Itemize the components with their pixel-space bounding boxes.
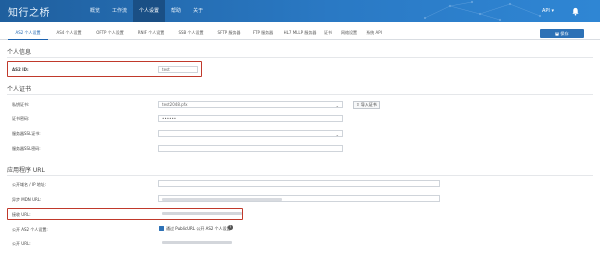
tab-sftp-server[interactable]: SFTP 服务器 bbox=[212, 26, 246, 40]
nav-item-workflow[interactable]: 工作流 bbox=[106, 0, 133, 22]
user-menu[interactable]: API ▾ bbox=[542, 0, 554, 22]
tab-ftp-server[interactable]: FTP 服务器 bbox=[248, 26, 278, 40]
public-settings-label: 公开 AS2 个人设置: bbox=[12, 227, 48, 232]
tab-oftp[interactable]: OFTP 个人设置 bbox=[90, 26, 130, 40]
section-personal-cert: 个人证书 bbox=[7, 86, 32, 93]
main-nav: 概览 工作流 个人设置 帮助 关于 bbox=[84, 0, 209, 22]
redacted-text bbox=[162, 197, 282, 201]
public-url-value-redacted bbox=[162, 241, 232, 244]
public-domain-label: 公开域名 / IP 地址: bbox=[12, 182, 47, 187]
highlight-receive-url bbox=[7, 208, 243, 220]
settings-tabs: AS2 个人设置 AS4 个人设置 OFTP 个人设置 RNIF 个人设置 SS… bbox=[0, 26, 600, 40]
help-icon[interactable]: ? bbox=[228, 225, 233, 230]
private-cert-label: 私钥证书: bbox=[12, 102, 30, 107]
logo-text: 知行之桥 bbox=[8, 7, 50, 19]
upload-icon: ⇧ bbox=[356, 102, 360, 107]
cert-password-label: 证书密码: bbox=[12, 116, 30, 121]
tab-system-api[interactable]: 系统 API bbox=[363, 26, 385, 40]
section-app-url: 应用程序 URL bbox=[7, 167, 45, 174]
ssl-password-field[interactable] bbox=[158, 145, 343, 152]
public-domain-field[interactable] bbox=[158, 180, 440, 187]
tab-ssb[interactable]: SSB 个人设置 bbox=[172, 26, 210, 40]
bell-icon[interactable] bbox=[571, 7, 580, 16]
public-settings-checkbox-label: 通过 PublicURL 公开 AS2 个人设置 bbox=[166, 226, 231, 231]
tab-certificates[interactable]: 证书 bbox=[322, 26, 334, 40]
save-button-label: 保存 bbox=[560, 31, 569, 36]
section-personal-info: 个人信息 bbox=[7, 49, 32, 56]
nav-item-profile[interactable]: 个人设置 bbox=[133, 0, 166, 22]
public-settings-checkbox[interactable] bbox=[159, 226, 164, 241]
tab-hl7-server[interactable]: HL7 MLLP 服务器 bbox=[280, 26, 320, 40]
tab-rnif[interactable]: RNIF 个人设置 bbox=[132, 26, 170, 40]
chevron-down-icon: ⌄ bbox=[335, 132, 339, 137]
section-divider bbox=[7, 175, 593, 176]
ssl-cert-label: 服务器SSL证书: bbox=[12, 131, 41, 136]
ssl-password-label: 服务器SSL密码: bbox=[12, 146, 41, 151]
import-cert-label: 导入证书 bbox=[360, 102, 377, 107]
import-cert-button[interactable]: ⇧ 导入证书 bbox=[353, 101, 380, 109]
cert-password-value: •••••• bbox=[162, 116, 177, 121]
mdn-url-label: 异步 MDN URL: bbox=[12, 197, 42, 202]
tab-network[interactable]: 网络设置 bbox=[338, 26, 360, 40]
ssl-cert-select[interactable]: ⌄ bbox=[158, 130, 343, 137]
nav-item-about[interactable]: 关于 bbox=[187, 0, 209, 22]
highlight-as2-id bbox=[7, 61, 202, 77]
section-divider bbox=[7, 94, 593, 95]
save-icon bbox=[555, 31, 559, 36]
private-cert-value: test2048.pfx bbox=[162, 102, 188, 107]
private-cert-select[interactable]: test2048.pfx ⌄ bbox=[158, 101, 343, 108]
nav-item-help[interactable]: 帮助 bbox=[165, 0, 187, 22]
app-logo[interactable]: 知行之桥 bbox=[8, 4, 50, 19]
network-decoration bbox=[423, 0, 542, 22]
tab-as2[interactable]: AS2 个人设置 bbox=[8, 26, 48, 40]
chevron-down-icon: ⌄ bbox=[335, 103, 339, 108]
save-button[interactable]: 保存 bbox=[540, 29, 584, 38]
public-url-label: 公开 URL: bbox=[12, 241, 31, 246]
cert-password-field[interactable]: •••••• bbox=[158, 115, 343, 122]
top-bar: 知行之桥 概览 工作流 个人设置 帮助 关于 API ▾ bbox=[0, 0, 600, 22]
nav-item-overview[interactable]: 概览 bbox=[84, 0, 106, 22]
tab-as4[interactable]: AS4 个人设置 bbox=[50, 26, 88, 40]
section-divider bbox=[7, 57, 593, 58]
mdn-url-field[interactable] bbox=[158, 195, 440, 202]
